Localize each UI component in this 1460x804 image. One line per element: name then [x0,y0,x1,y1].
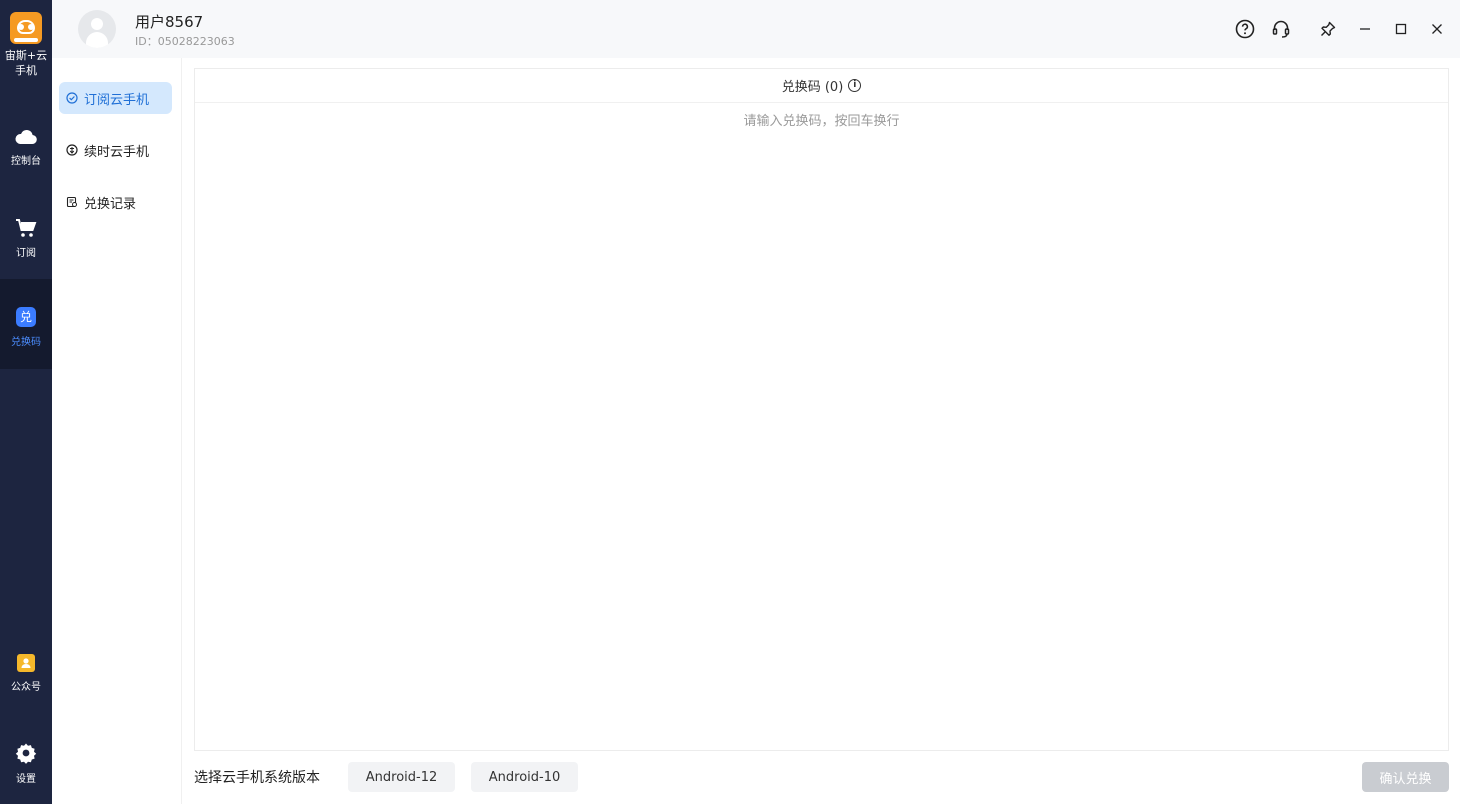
confirm-redeem-button[interactable]: 确认兑换 [1362,762,1449,792]
maximize-icon[interactable] [1390,18,1412,40]
rail-item-console[interactable]: 控制台 [0,118,52,208]
version-select-label: 选择云手机系统版本 [194,770,320,786]
record-icon [66,196,78,208]
version-option-android-10[interactable]: Android-10 [471,762,578,792]
subnav-item-label: 订阅云手机 [84,92,150,108]
redeem-code-panel: 兑换码 (0) i [194,68,1449,751]
user-id: ID：05028223063 [135,35,235,48]
info-icon[interactable]: i [848,79,862,92]
check-badge-icon [66,92,78,104]
avatar[interactable] [78,10,116,48]
app-rail: 宙斯+云手机 控制台 订阅 兑 兑换码 公众号 设置 [0,0,52,804]
app-logo: 宙斯+云手机 [0,8,52,88]
panel-header: 兑换码 (0) i [195,69,1448,103]
pin-icon[interactable] [1317,18,1339,40]
rail-item-label: 订阅 [16,248,36,259]
title-bar: 用户8567 ID：05028223063 [52,0,1460,58]
app-name: 宙斯+云手机 [4,49,48,77]
rail-item-official-account[interactable]: 公众号 [0,644,52,734]
redeem-code-input[interactable] [195,104,1448,749]
minimize-icon[interactable] [1354,18,1376,40]
gear-icon [15,743,37,764]
renew-icon [66,144,78,156]
version-option-android-12[interactable]: Android-12 [348,762,455,792]
subnav-item-label: 续时云手机 [84,144,150,160]
headset-icon[interactable] [1270,18,1292,40]
subnav-item-label: 兑换记录 [84,196,137,212]
rail-item-label: 兑换码 [11,337,41,348]
rail-item-label: 设置 [16,774,36,785]
subnav-item-redeem-history[interactable]: 兑换记录 [59,186,172,218]
redeem-icon: 兑 [16,307,36,327]
wechat-official-icon [17,654,35,672]
sub-navigation: 订阅云手机 续时云手机 兑换记录 [52,58,182,804]
cloud-icon [15,129,37,145]
rail-item-label: 控制台 [11,156,41,167]
panel-title: 兑换码 (0) [781,80,844,95]
rail-item-label: 公众号 [11,682,41,693]
subnav-item-renew-phone[interactable]: 续时云手机 [59,134,172,166]
robot-logo-icon [10,12,42,44]
close-icon[interactable] [1426,18,1448,40]
rail-item-settings[interactable]: 设置 [0,732,52,804]
cart-icon [16,219,37,237]
help-icon[interactable] [1234,18,1256,40]
username: 用户8567 [135,13,204,31]
rail-item-redeem[interactable]: 兑 兑换码 [0,279,52,369]
subnav-item-subscribe-phone[interactable]: 订阅云手机 [59,82,172,114]
